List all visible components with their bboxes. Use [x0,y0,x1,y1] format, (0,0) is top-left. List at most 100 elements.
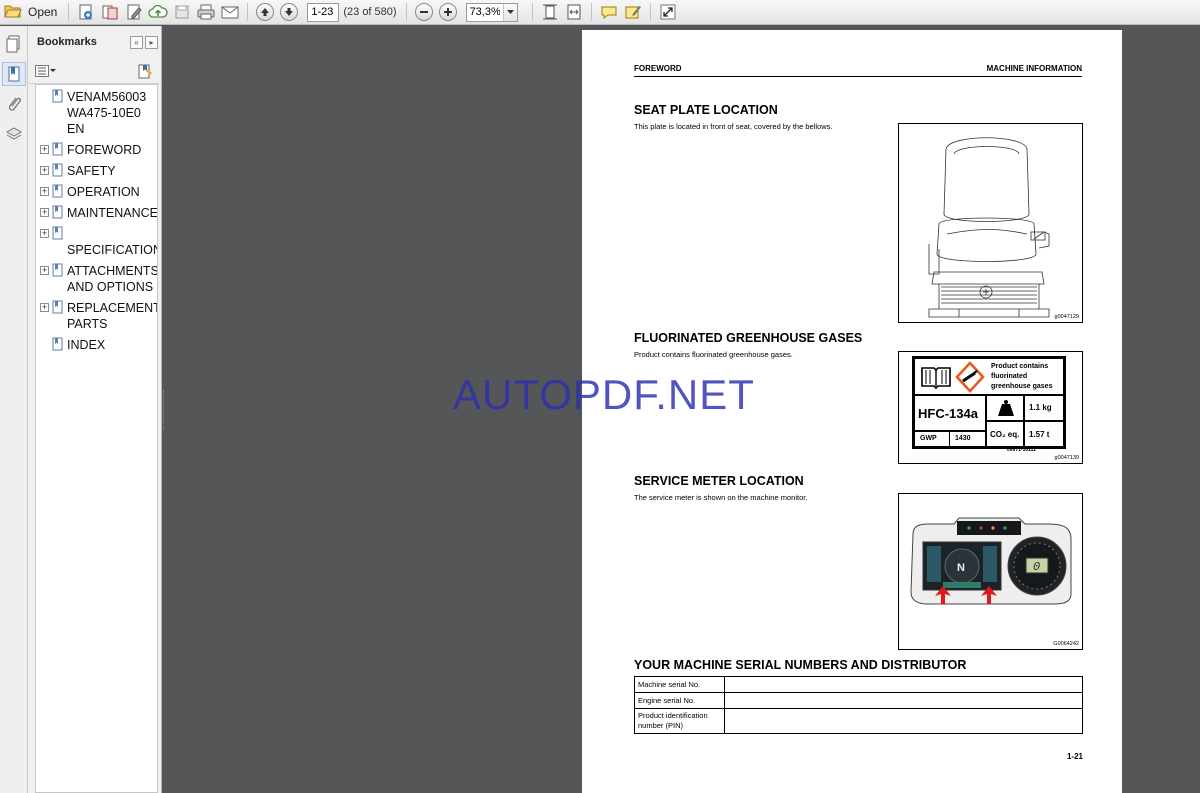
gas-label-line: greenhouse gases [991,383,1053,390]
fullscreen-icon[interactable] [657,1,679,23]
bookmark-item[interactable]: + ATTACHMENTS AND OPTIONS [36,263,157,295]
zoom-field[interactable] [465,2,518,22]
panel-resize-handle[interactable] [163,390,165,430]
gwp-key: GWP [920,435,937,442]
combine-icon[interactable] [99,1,121,23]
gases-section-body: Product contains fluorinated greenhouse … [634,350,793,359]
bookmark-label: INDEX [67,338,106,352]
serials-section-title: YOUR MACHINE SERIAL NUMBERS AND DISTRIBU… [634,658,967,672]
co2-key: CO₂ eq. [990,430,1020,439]
bookmark-label: SPECIFICATIONS [67,243,157,257]
open-folder-icon [4,3,22,22]
expand-plus-icon[interactable]: + [40,303,49,312]
meter-figure-code: G0064242 [1053,641,1079,647]
watermark-text: AUTOPDF.NET [453,371,755,418]
seat-section-title: SEAT PLATE LOCATION [634,103,778,117]
layers-icon[interactable] [2,122,26,146]
serial-value-cell [724,676,1083,693]
page-count: (23 of 580) [343,6,397,18]
comment-icon[interactable] [598,1,620,23]
bookmark-label: SAFETY [67,164,116,178]
next-page-icon[interactable] [278,1,300,23]
bookmark-item[interactable]: + SAFETY [36,163,157,179]
expand-plus-icon[interactable]: + [40,187,49,196]
expand-plus-icon[interactable]: + [40,208,49,217]
options-list-icon [35,64,49,77]
options-menu-button[interactable] [35,64,56,77]
email-icon[interactable] [219,1,241,23]
serial-key-cell: Machine serial No. [634,676,725,693]
expand-plus-icon[interactable]: + [40,166,49,175]
bookmark-label: OPERATION [67,185,140,199]
bookmarks-tools [28,58,161,84]
header-chapter: MACHINE INFORMATION [986,64,1082,73]
bookmark-icon [52,226,63,240]
seat-illustration [928,137,1050,318]
gear-indicator: N [957,562,965,574]
gwp-value: 1430 [955,435,971,442]
bookmark-icon [52,142,63,156]
print-icon[interactable] [195,1,217,23]
serial-key-cell: Engine serial No. [634,692,725,709]
zoom-dropdown[interactable] [502,3,517,21]
zoom-in-icon[interactable] [437,1,459,23]
gas-label-figure: Product contains fluorinated greenhouse … [898,351,1083,464]
bookmark-icon [52,300,63,314]
toolbar-separator [649,3,651,21]
serial-key-cell: Product identification number (PIN) [634,708,725,734]
meter-section-title: SERVICE METER LOCATION [634,474,804,488]
open-button[interactable]: Open [0,1,63,23]
bookmark-item[interactable]: VENAM56003 WA475-10E0 EN [36,89,157,137]
bookmarks-header: Bookmarks « ▸ [28,26,161,58]
bookmark-item[interactable]: INDEX [36,337,157,353]
chevron-down-icon [50,68,56,72]
table-row: Product identification number (PIN) [634,708,1083,734]
fit-page-icon[interactable] [539,1,561,23]
expand-plus-icon[interactable]: + [40,229,49,238]
main-toolbar: Open (23 of 580) [0,0,1200,25]
bookmarks-panel: Bookmarks « ▸ VENAM56003 WA475-10E0 EN + F… [28,26,162,793]
serial-value-cell [724,692,1083,709]
new-bookmark-icon[interactable] [137,63,153,79]
bookmarks-panel-icon[interactable] [2,62,26,86]
bookmark-item[interactable]: + MAINTENANCE [36,205,157,221]
expand-plus-icon[interactable]: + [40,266,49,275]
open-label: Open [28,5,58,19]
cell-divider [1023,396,1025,420]
meter-section-body: The service meter is shown on the machin… [634,493,808,502]
gas-label-text: Product contains fluorinated greenhouse … [991,362,1052,392]
save-icon[interactable] [171,1,193,23]
expand-plus-icon[interactable]: + [40,145,49,154]
zoom-out-icon[interactable] [413,1,435,23]
expand-panel-icon[interactable]: ▸ [145,35,158,49]
bookmarks-title: Bookmarks [37,36,97,48]
toolbar-separator [405,3,407,21]
fit-width-icon[interactable] [563,1,585,23]
running-header: FOREWORD MACHINE INFORMATION [634,63,1082,77]
bookmark-item[interactable]: + FOREWORD [36,142,157,158]
upload-cloud-icon[interactable] [147,1,169,23]
bookmark-tree: VENAM56003 WA475-10E0 EN + FOREWORD + SAFETY… [35,84,158,793]
mass-value: 1.1 kg [1029,403,1052,412]
bookmark-icon [52,205,63,219]
previous-page-icon[interactable] [254,1,276,23]
collapse-panel-icon[interactable]: « [130,35,143,49]
bookmark-item[interactable]: + SPECIFICATIONS [36,226,157,258]
header-section: FOREWORD [634,64,682,73]
label-part-number: 09971-10111 [1007,447,1036,453]
zoom-input[interactable] [466,3,503,21]
co2-value: 1.57 t [1029,430,1050,439]
page-number-input[interactable] [307,2,340,22]
bookmark-icon [52,337,63,351]
edit-icon[interactable] [123,1,145,23]
toolbar-separator [247,3,249,21]
bookmark-label: VENAM56003 WA475-10E0 EN [67,90,147,136]
bookmark-item[interactable]: + REPLACEMENT PARTS [36,300,157,332]
page-thumbnails-icon[interactable] [2,32,26,56]
sign-icon[interactable] [622,1,644,23]
bookmark-item[interactable]: + OPERATION [36,184,157,200]
create-pdf-icon[interactable] [75,1,97,23]
toolbar-separator [590,3,592,21]
attachments-icon[interactable] [2,92,26,116]
seat-figure-code: g0047129 [1054,314,1079,320]
